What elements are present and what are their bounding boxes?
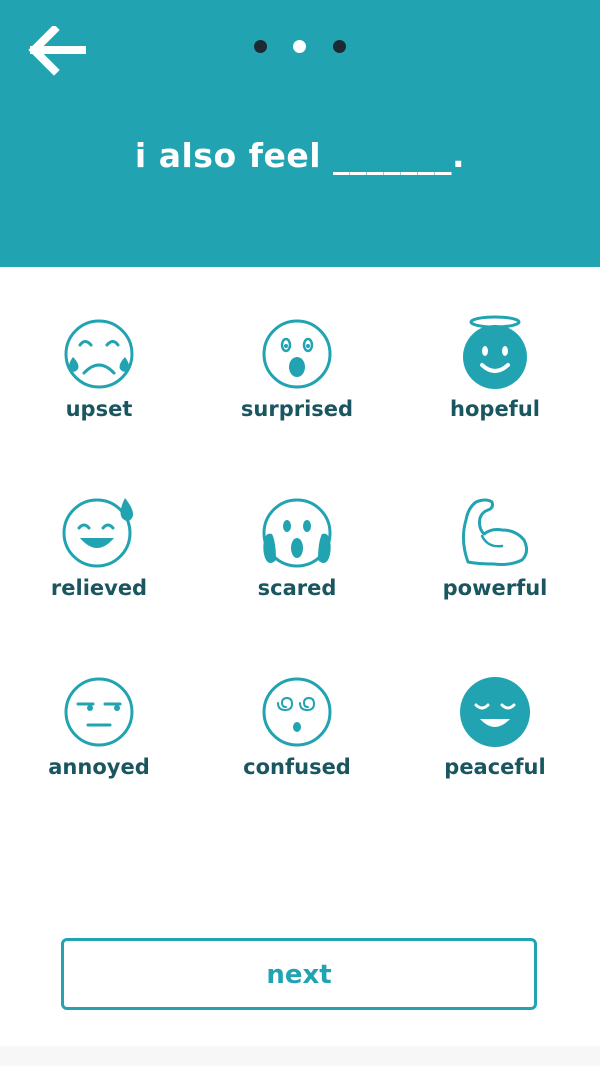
arrow-left-icon (28, 24, 86, 76)
page-indicator (252, 40, 352, 56)
emotion-label: relieved (50, 576, 148, 600)
next-button[interactable]: next (61, 938, 537, 1010)
emotion-label: scared (257, 576, 337, 600)
surprised-face-icon (262, 319, 332, 389)
crying-face-icon (64, 319, 134, 389)
screaming-face-icon (262, 498, 332, 568)
page-dot-2-active (293, 40, 306, 53)
emotion-option-annoyed[interactable]: annoyed (0, 625, 198, 779)
next-button-label: next (266, 960, 332, 990)
bottom-strip (0, 1046, 600, 1066)
emotion-grid: upset surprised hopeful relieved scared … (0, 267, 600, 827)
emotion-label: peaceful (444, 755, 546, 779)
emotion-option-surprised[interactable]: surprised (198, 267, 396, 421)
halo-face-icon (463, 315, 527, 389)
relaxed-face-icon (460, 677, 530, 747)
page-dot-3 (333, 40, 346, 53)
back-button[interactable] (28, 24, 86, 76)
emotion-option-hopeful[interactable]: hopeful (396, 267, 594, 421)
dizzy-face-icon (262, 677, 332, 747)
emotion-option-peaceful[interactable]: peaceful (396, 625, 594, 779)
emotion-option-relieved[interactable]: relieved (0, 446, 198, 600)
flexed-bicep-icon (461, 498, 529, 566)
emotion-option-upset[interactable]: upset (0, 267, 198, 421)
emotion-option-powerful[interactable]: powerful (396, 446, 594, 600)
emotion-label: confused (243, 755, 351, 779)
emotion-label: annoyed (48, 755, 150, 779)
page-title: i also feel _______. (134, 136, 466, 175)
emotion-label: surprised (240, 397, 354, 421)
header: i also feel _______. (0, 0, 600, 267)
emotion-option-confused[interactable]: confused (198, 625, 396, 779)
page-dot-1 (254, 40, 267, 53)
emotion-label: upset (65, 397, 133, 421)
emotion-label: hopeful (450, 397, 540, 421)
sweat-smile-face-icon (62, 498, 134, 568)
emotion-option-scared[interactable]: scared (198, 446, 396, 600)
unamused-face-icon (64, 677, 134, 747)
emotion-label: powerful (442, 576, 548, 600)
